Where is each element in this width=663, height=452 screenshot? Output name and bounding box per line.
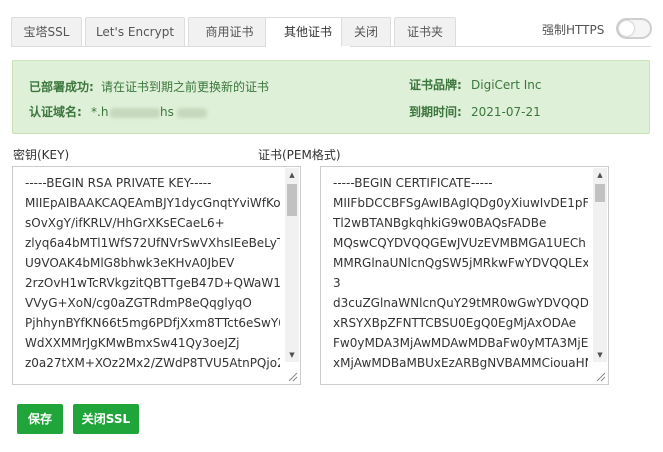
tab-cert-folder[interactable]: 证书夹 <box>394 17 456 46</box>
toggle-knob <box>619 21 634 36</box>
redacted-domain <box>110 108 160 118</box>
tab-lets-encrypt[interactable]: Let's Encrypt <box>85 17 185 46</box>
domain-second-prefix: hs <box>160 105 174 119</box>
key-textarea[interactable]: -----BEGIN RSA PRIVATE KEY----- MIIEpAIB… <box>12 166 301 385</box>
scroll-up-arrow-icon[interactable]: ▲ <box>593 168 607 182</box>
key-field-label: 密钥(KEY) <box>13 148 70 162</box>
tab-other-cert[interactable]: 其他证书 <box>265 17 351 47</box>
cert-scrollbar[interactable]: ▲ ▼ <box>593 168 607 362</box>
brand-label: 证书品牌: <box>409 78 462 92</box>
scroll-down-arrow-icon[interactable]: ▼ <box>593 348 607 362</box>
force-https-toggle[interactable] <box>616 18 652 39</box>
brand-value: DigiCert Inc <box>471 78 542 92</box>
scroll-up-arrow-icon[interactable]: ▲ <box>285 168 299 182</box>
redacted-domain-second <box>177 108 207 118</box>
scroll-thumb[interactable] <box>287 184 297 216</box>
domain-prefix: *.h <box>91 105 109 119</box>
scroll-thumb[interactable] <box>595 184 605 202</box>
cert-textarea[interactable]: -----BEGIN CERTIFICATE----- MIIFbDCCBFSg… <box>320 166 609 385</box>
tab-commercial-cert[interactable]: 商用证书 <box>188 17 271 46</box>
cert-text: -----BEGIN CERTIFICATE----- MIIFbDCCBFSg… <box>333 176 588 370</box>
tab-baota-ssl[interactable]: 宝塔SSL <box>11 17 82 46</box>
certificate-status-box: 已部署成功: 请在证书到期之前更换新的证书 认证域名: *.h hs 证书品牌:… <box>12 60 650 134</box>
expiry-label: 到期时间: <box>409 105 462 119</box>
close-ssl-button[interactable]: 关闭SSL <box>73 404 139 434</box>
deployed-label: 已部署成功: <box>29 80 94 94</box>
deployed-message: 请在证书到期之前更换新的证书 <box>101 80 270 94</box>
key-text: -----BEGIN RSA PRIVATE KEY----- MIIEpAIB… <box>25 176 280 370</box>
resize-grip-icon[interactable] <box>595 371 606 382</box>
domain-label: 认证域名: <box>29 105 82 119</box>
force-https-label: 强制HTTPS <box>542 23 605 37</box>
save-button[interactable]: 保存 <box>17 404 63 434</box>
expiry-value: 2021-07-21 <box>471 105 541 119</box>
cert-field-label: 证书(PEM格式) <box>258 148 341 162</box>
tab-close[interactable]: 关闭 <box>341 17 391 46</box>
key-scrollbar[interactable]: ▲ ▼ <box>285 168 299 362</box>
scroll-down-arrow-icon[interactable]: ▼ <box>285 348 299 362</box>
resize-grip-icon[interactable] <box>287 371 298 382</box>
